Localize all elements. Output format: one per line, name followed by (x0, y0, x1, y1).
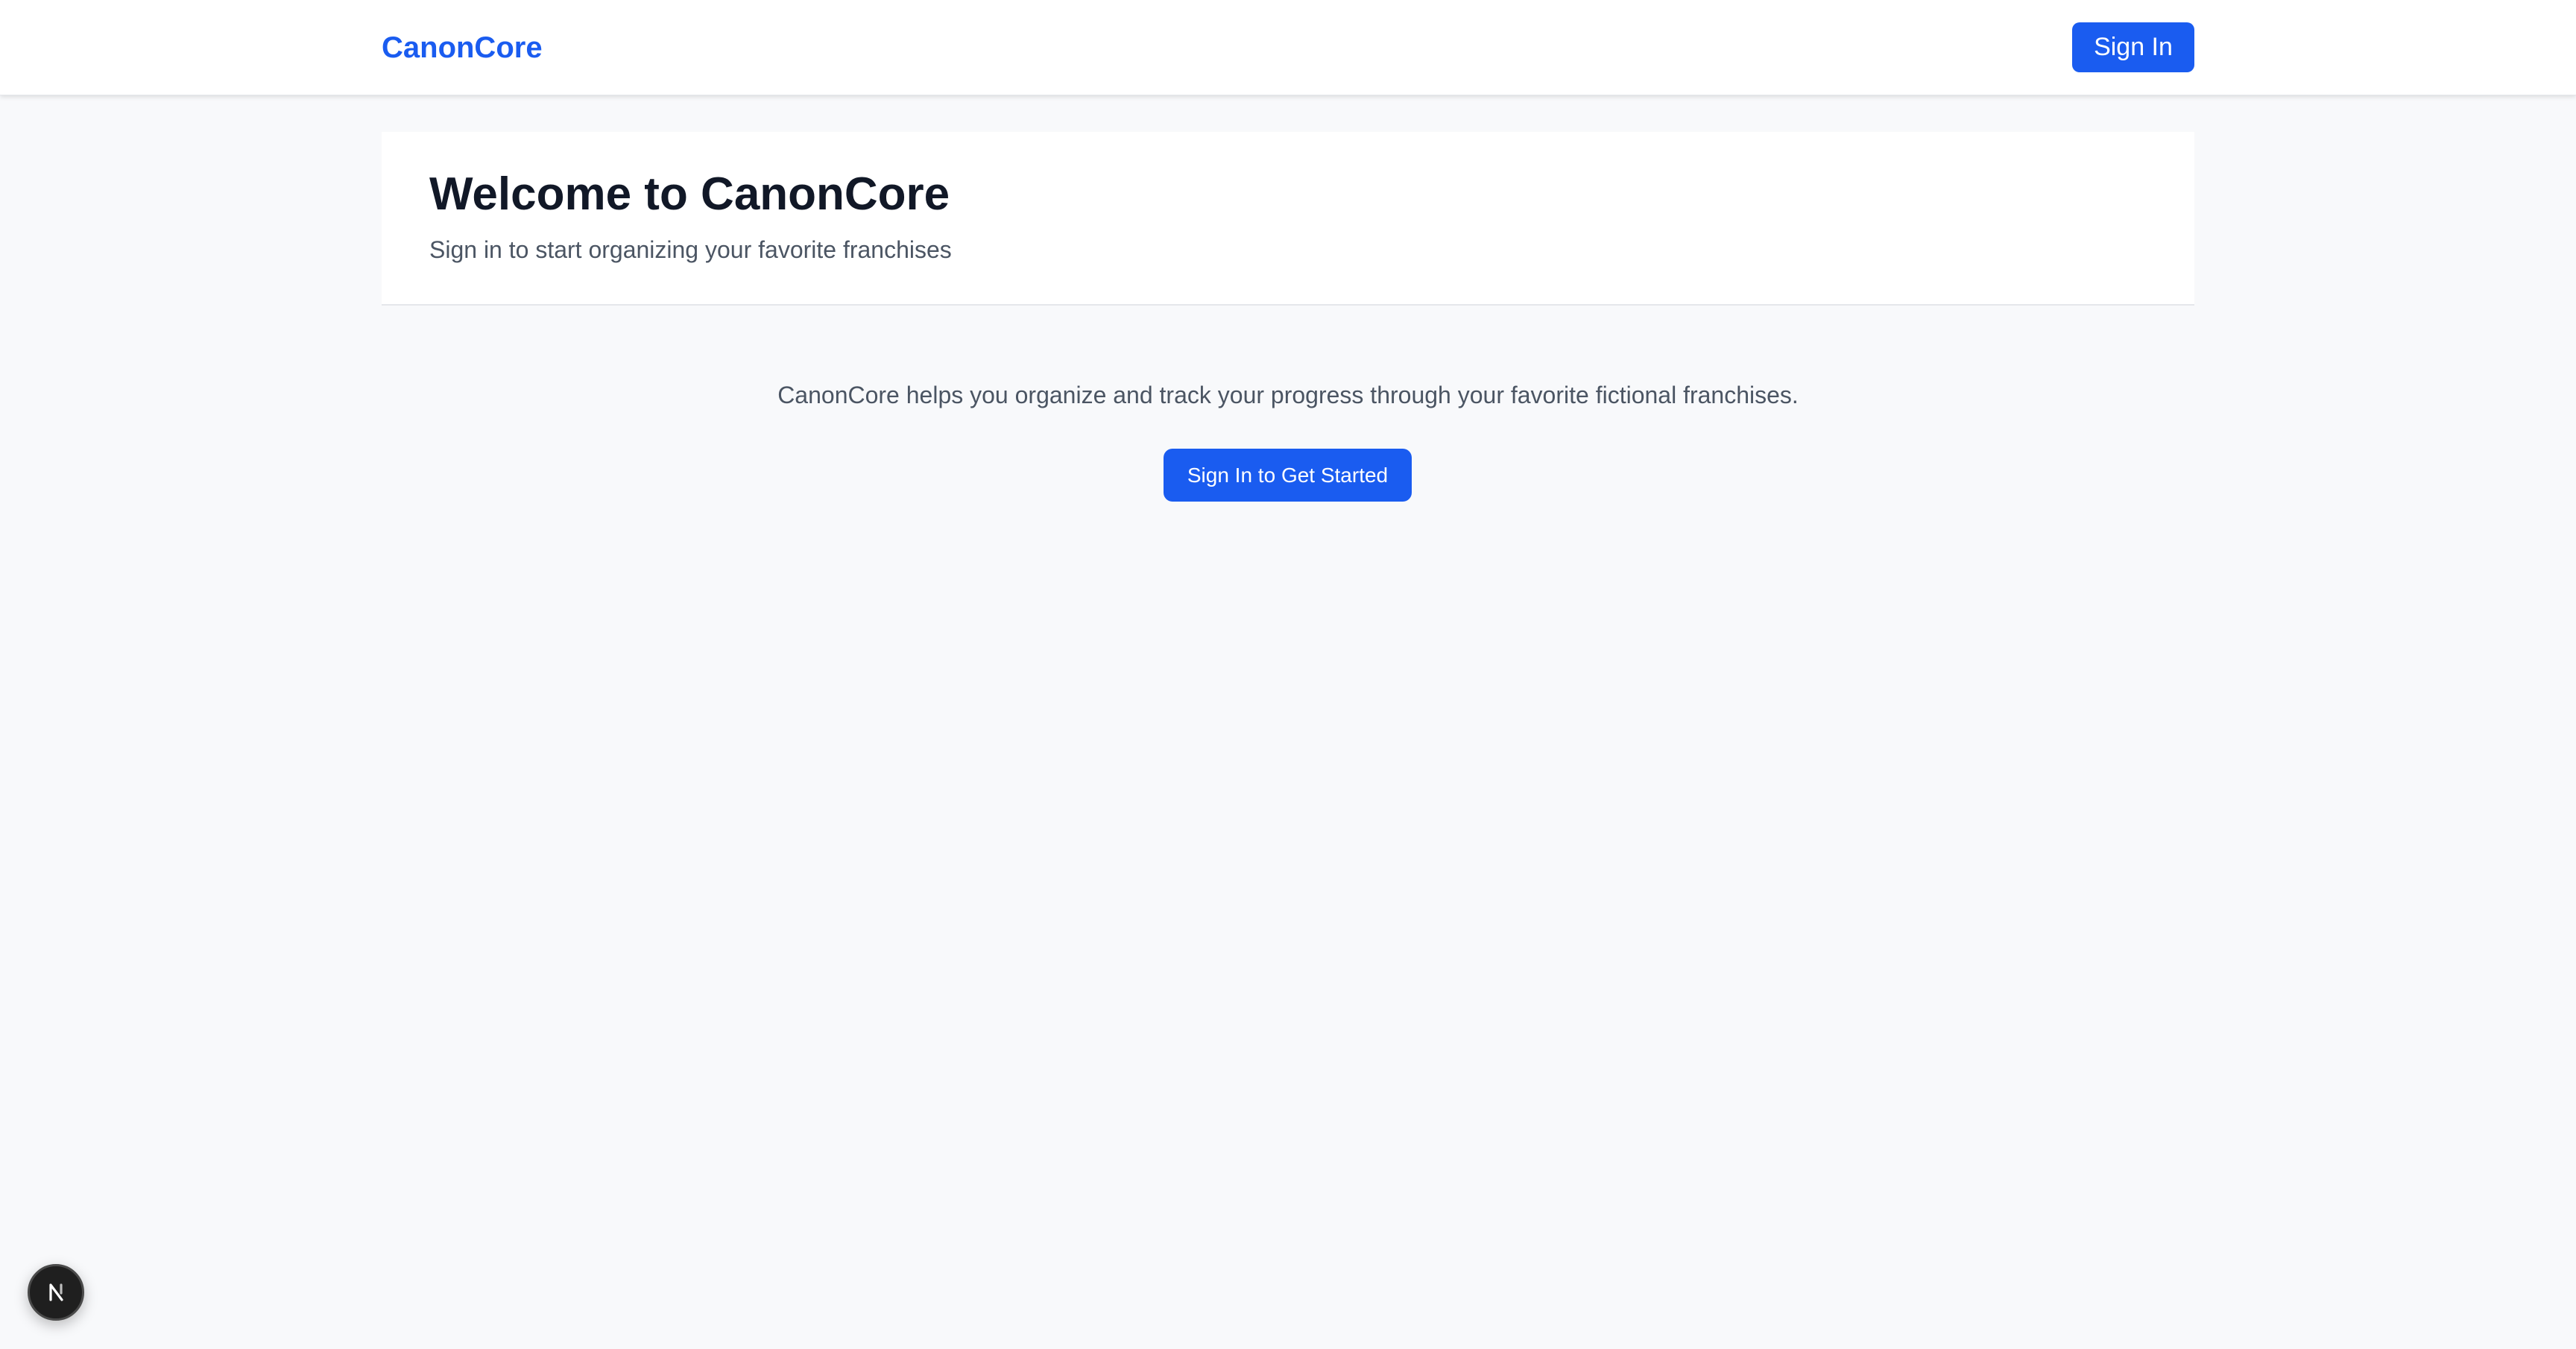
nextjs-logo-icon (49, 1283, 63, 1301)
top-navbar: CanonCore Sign In (0, 0, 2576, 95)
brand-logo-text[interactable]: CanonCore (382, 27, 543, 69)
app-description: CanonCore helps you organize and track y… (777, 382, 1799, 408)
welcome-header: Welcome to CanonCore Sign in to start or… (382, 132, 2194, 306)
get-started-button[interactable]: Sign In to Get Started (1164, 449, 1412, 502)
page-subtitle: Sign in to start organizing your favorit… (429, 236, 952, 263)
sign-in-button[interactable]: Sign In (2072, 22, 2194, 72)
page-title: Welcome to CanonCore (429, 168, 950, 220)
nextjs-dev-tools-button[interactable] (28, 1264, 84, 1321)
